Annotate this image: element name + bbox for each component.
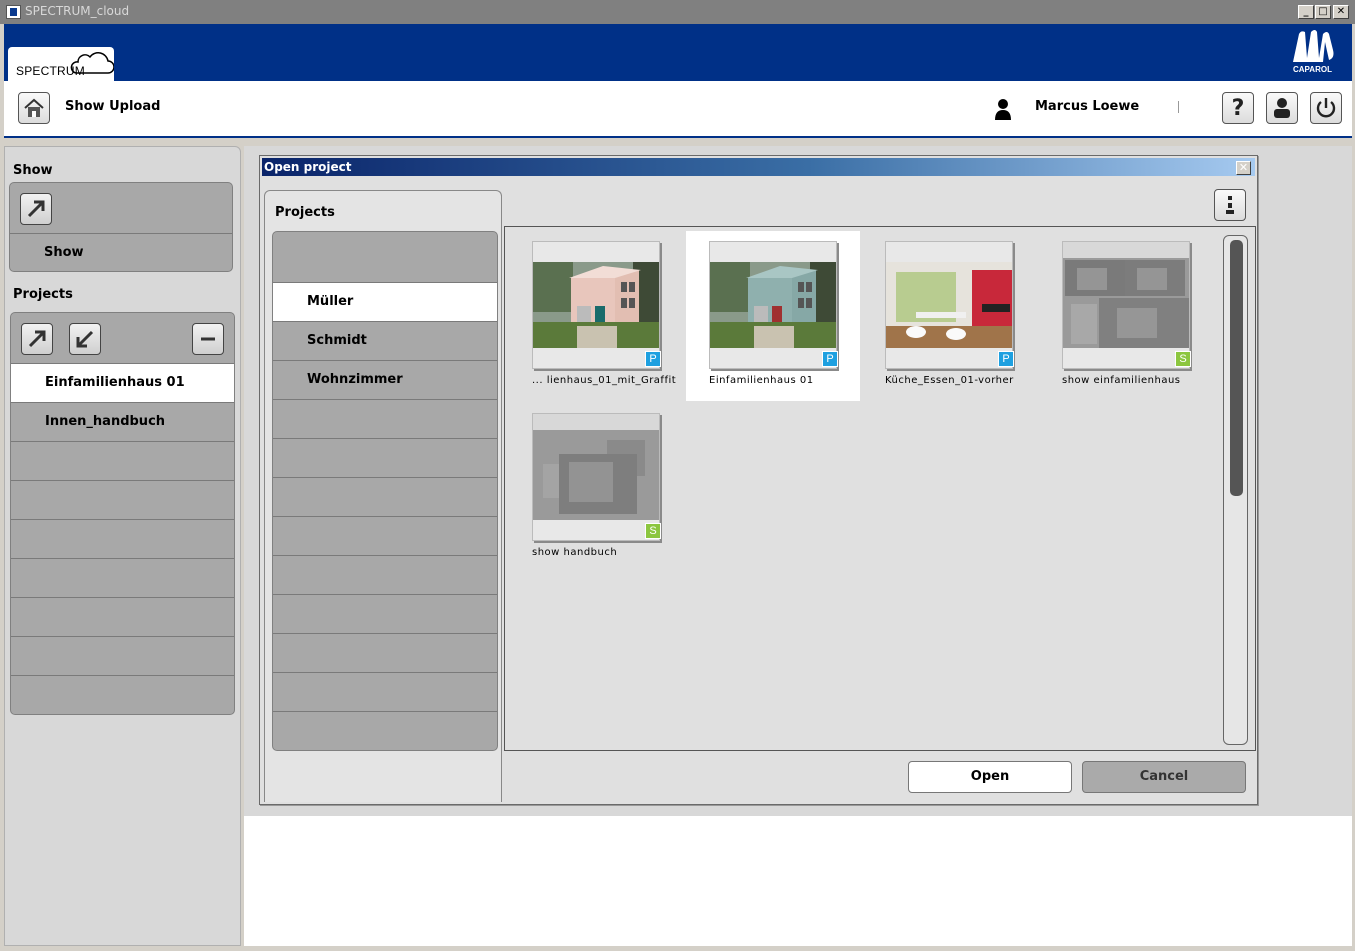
dialog-project-item[interactable] — [273, 594, 497, 633]
cloud-icon — [70, 52, 114, 74]
dialog-close-button[interactable]: ✕ — [1236, 161, 1251, 175]
caparol-logo: CAPAROL — [1289, 28, 1341, 76]
project-thumbnail[interactable]: P Einfamilienhaus 01 — [686, 231, 860, 401]
badge-s: S — [645, 523, 661, 539]
thumbnail-caption: Küche_Essen_01-vorher — [885, 375, 1014, 386]
caparol-elephant-icon — [1293, 30, 1334, 62]
project-thumbnail[interactable]: S show einfamilienhaus — [1035, 231, 1209, 401]
badge-s: S — [1175, 351, 1191, 367]
projects-section-title: Projects — [13, 287, 73, 302]
dialog-project-item[interactable] — [273, 633, 497, 672]
user-name: Marcus Loewe — [1035, 99, 1140, 114]
spectrum-tab[interactable]: SPECTRUM — [8, 47, 114, 81]
sidebar-project-item[interactable]: Einfamilienhaus 01 — [11, 363, 234, 402]
download-project-button[interactable] — [69, 323, 101, 355]
minimize-button[interactable]: _ — [1298, 5, 1314, 19]
dialog-project-item[interactable] — [273, 555, 497, 594]
main-content-blank — [244, 816, 1352, 946]
home-icon — [24, 98, 44, 117]
arrow-up-right-icon — [27, 200, 45, 218]
project-thumbnail[interactable]: P Küche_Essen_01-vorher — [858, 231, 1032, 401]
sidebar-project-item[interactable] — [11, 558, 234, 597]
dialog-project-item[interactable] — [273, 399, 497, 438]
dialog-project-item[interactable] — [273, 516, 497, 555]
project-thumbnail[interactable]: P ... lienhaus_01_mit_Graffit — [505, 231, 679, 401]
window-title: SPECTRUM_cloud — [25, 4, 130, 18]
dialog-project-item[interactable] — [273, 711, 497, 750]
cancel-button[interactable]: Cancel — [1082, 761, 1246, 793]
dialog-project-item[interactable] — [273, 477, 497, 516]
dialog-project-item[interactable] — [273, 672, 497, 711]
open-project-dialog: Open project ✕ Projects Müller Schmidt W… — [259, 155, 1258, 805]
sidebar-project-item[interactable]: Innen_handbuch — [11, 402, 234, 441]
project-thumbnail[interactable]: S show handbuch — [505, 403, 679, 573]
thumbnail-caption: ... lienhaus_01_mit_Graffit — [532, 375, 677, 386]
app-icon — [6, 5, 21, 19]
minus-icon — [201, 337, 215, 341]
dialog-projects-column: Projects Müller Schmidt Wohnzimmer — [264, 190, 502, 802]
show-upload-button[interactable] — [20, 193, 52, 225]
window-bottom-border — [0, 946, 1355, 951]
home-button[interactable] — [18, 92, 50, 124]
toolbar: Show Upload Marcus Loewe ? — [4, 81, 1352, 138]
dialog-title-bar: Open project ✕ — [262, 158, 1255, 176]
dialog-projects-title: Projects — [275, 205, 335, 220]
thumbnail-caption: Einfamilienhaus 01 — [709, 375, 814, 386]
dialog-project-item[interactable]: Müller — [273, 282, 497, 321]
account-button[interactable] — [1266, 92, 1298, 124]
badge-p: P — [645, 351, 661, 367]
thumbnail-caption: show einfamilienhaus — [1062, 375, 1181, 386]
thumbnail-scrollbar[interactable] — [1223, 235, 1248, 745]
arrow-up-right-icon — [28, 330, 46, 348]
sidebar-project-item[interactable] — [11, 597, 234, 636]
thumbnail-image — [885, 241, 1013, 369]
show-panel: Show — [9, 182, 233, 272]
open-button[interactable]: Open — [908, 761, 1072, 793]
thumbnail-image — [532, 413, 660, 541]
projects-panel: Einfamilienhaus 01 Innen_handbuch — [10, 312, 235, 715]
thumbnail-image — [709, 241, 837, 369]
thumbnail-image — [1062, 241, 1190, 369]
close-window-button[interactable]: ✕ — [1333, 5, 1349, 19]
caparol-logo-text: CAPAROL — [1293, 65, 1332, 74]
remove-project-button[interactable] — [192, 323, 224, 355]
arrow-down-left-icon — [76, 330, 94, 348]
page-title: Show Upload — [65, 99, 161, 114]
upload-project-button[interactable] — [21, 323, 53, 355]
dialog-project-item[interactable]: Schmidt — [273, 321, 497, 360]
show-list-item[interactable]: Show — [10, 233, 232, 271]
thumbnail-image — [532, 241, 660, 369]
dialog-project-item[interactable] — [273, 232, 497, 270]
dialog-title: Open project — [264, 160, 352, 174]
thumbnail-grid: P ... lienhaus_01_mit_Graffit P Einfamil… — [504, 226, 1256, 751]
help-button[interactable]: ? — [1222, 92, 1254, 124]
dialog-project-item[interactable] — [273, 438, 497, 477]
account-icon — [1274, 98, 1290, 118]
dialog-project-item[interactable]: Wohnzimmer — [273, 360, 497, 399]
window-title-bar: SPECTRUM_cloud _ □ ✕ — [0, 0, 1355, 24]
maximize-button[interactable]: □ — [1315, 5, 1331, 19]
brand-header: SPECTRUM CAPAROL — [4, 24, 1352, 81]
sidebar-project-item[interactable] — [11, 480, 234, 519]
dialog-project-list: Müller Schmidt Wohnzimmer — [272, 231, 498, 751]
info-icon — [1226, 196, 1234, 214]
show-section-title: Show — [13, 163, 53, 178]
thumbnail-caption: show handbuch — [532, 547, 618, 558]
sidebar-project-item[interactable] — [11, 519, 234, 558]
badge-p: P — [822, 351, 838, 367]
info-button[interactable] — [1214, 189, 1246, 221]
sidebar-project-item[interactable] — [11, 675, 234, 714]
help-icon: ? — [1231, 95, 1245, 121]
sidebar-project-item[interactable] — [11, 441, 234, 480]
person-icon — [994, 98, 1012, 124]
power-button[interactable] — [1310, 92, 1342, 124]
sidebar-project-item[interactable] — [11, 636, 234, 675]
toolbar-divider — [1178, 101, 1179, 113]
power-icon — [1316, 98, 1336, 118]
left-sidebar: Show Show Projects Einfamilienhaus 01 In… — [4, 146, 241, 946]
scrollbar-thumb[interactable] — [1230, 240, 1243, 496]
badge-p: P — [998, 351, 1014, 367]
